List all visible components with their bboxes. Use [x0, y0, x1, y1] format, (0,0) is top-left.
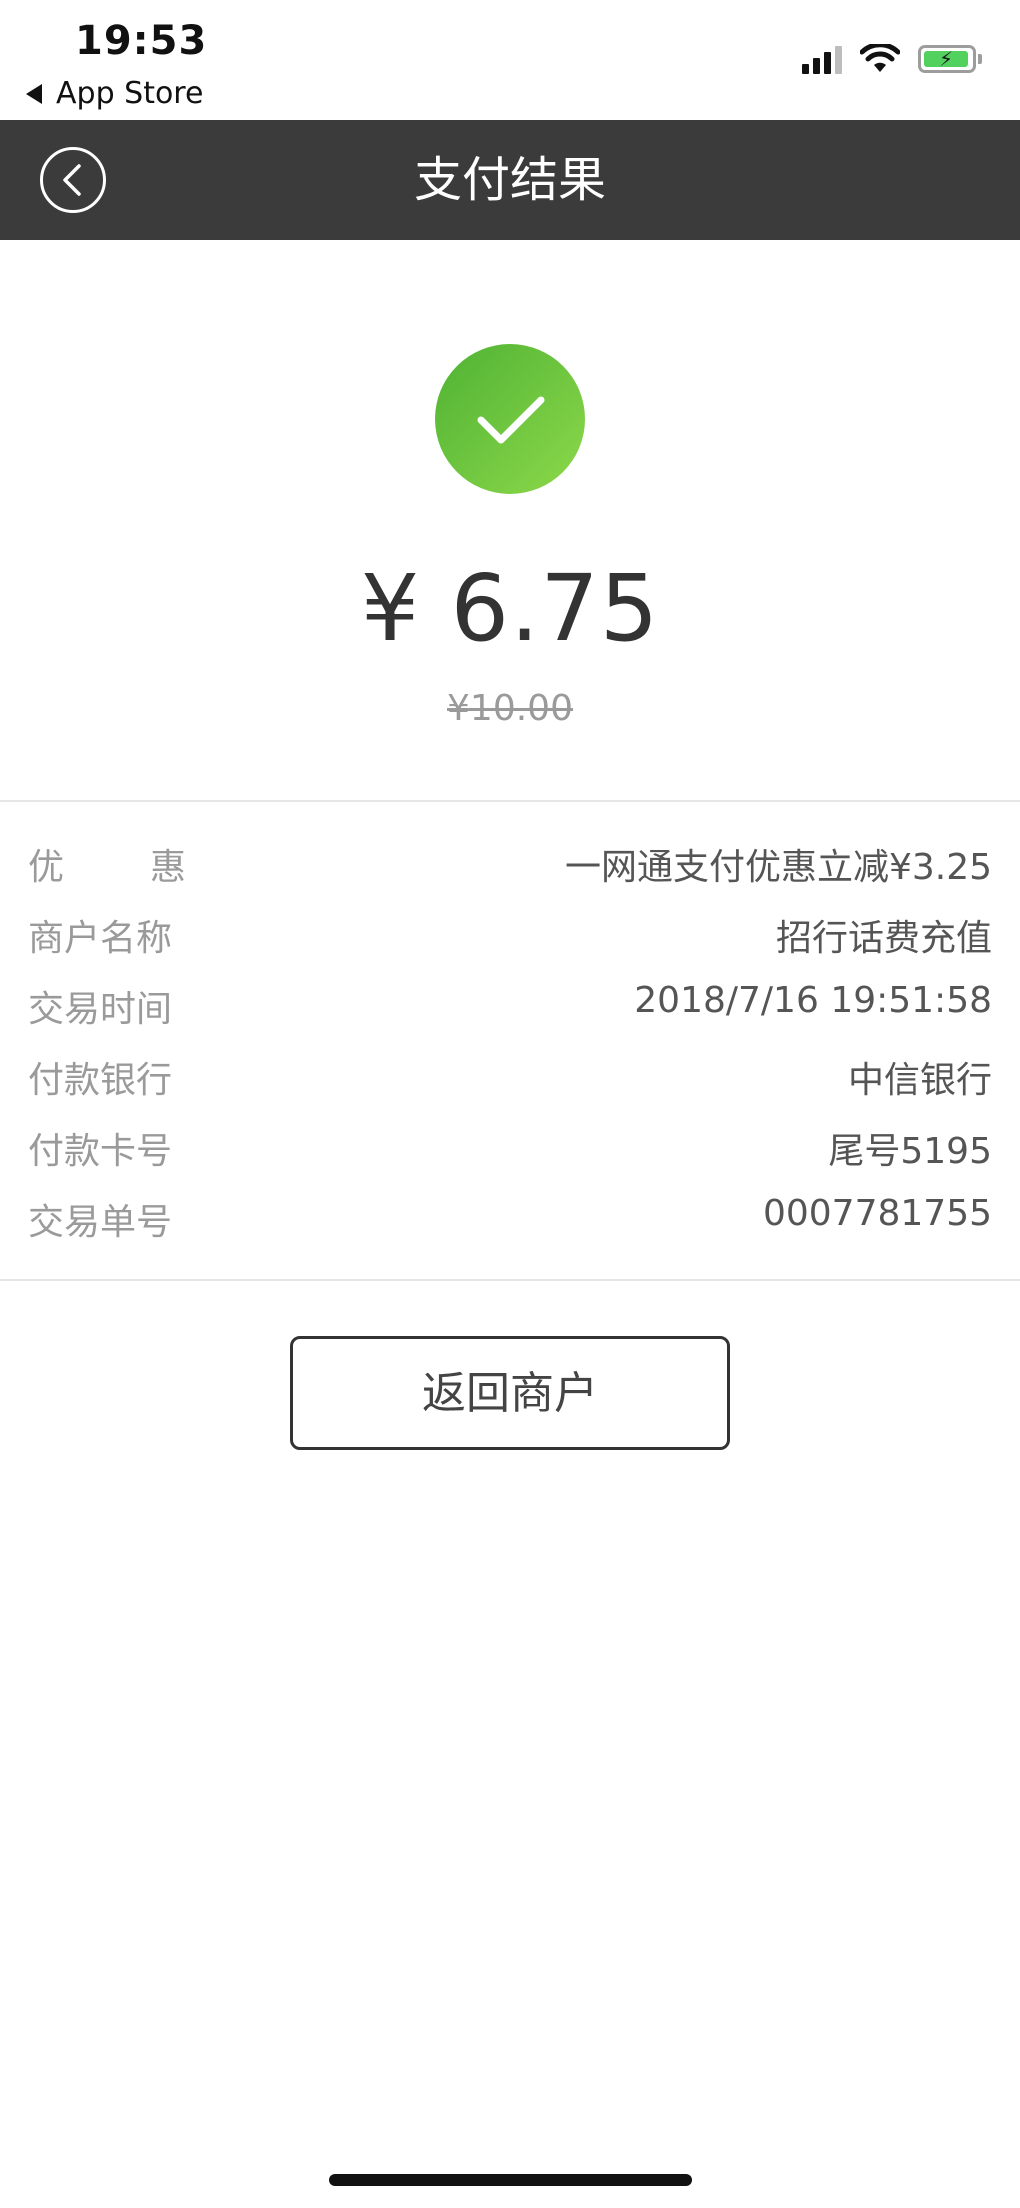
- detail-label: 商户名称: [28, 918, 173, 959]
- detail-value: 中信银行: [847, 1060, 992, 1101]
- status-bar: 19:53 App Store ⚡: [0, 0, 1020, 120]
- detail-row-bank: 付款银行 中信银行: [0, 1043, 1020, 1114]
- home-indicator[interactable]: [329, 2174, 692, 2186]
- payment-details: 优 惠 一网通支付优惠立减¥3.25 商户名称 招行话费充值 交易时间 2018…: [0, 830, 1020, 1256]
- divider-top: [0, 800, 1020, 802]
- detail-row-merchant: 商户名称 招行话费充值: [0, 901, 1020, 972]
- return-to-merchant-button[interactable]: 返回商户: [290, 1336, 730, 1450]
- divider-bottom: [0, 1279, 1020, 1281]
- nav-header: 支付结果: [0, 120, 1020, 240]
- detail-label: 付款银行: [28, 1060, 173, 1101]
- detail-value: 尾号5195: [828, 1131, 992, 1172]
- battery-charging-icon: ⚡: [918, 45, 976, 73]
- detail-row-discount: 优 惠 一网通支付优惠立减¥3.25: [0, 830, 1020, 901]
- back-app-label: App Store: [56, 76, 204, 111]
- detail-value: 一网通支付优惠立减¥3.25: [564, 847, 992, 888]
- page-title: 支付结果: [413, 152, 606, 208]
- original-amount: ¥10.00: [447, 688, 573, 729]
- detail-value: 招行话费充值: [775, 918, 992, 959]
- detail-label: 付款卡号: [28, 1131, 173, 1172]
- cellular-signal-icon: [802, 44, 842, 74]
- status-time: 19:53: [75, 18, 208, 64]
- detail-row-card: 付款卡号 尾号5195: [0, 1114, 1020, 1185]
- detail-value: 2018/7/16 19:51:58: [634, 980, 992, 1021]
- detail-label: 优 惠: [28, 847, 186, 888]
- status-icons: ⚡: [802, 44, 982, 74]
- detail-label: 交易时间: [28, 989, 173, 1030]
- detail-row-order-number: 交易单号 0007781755: [0, 1185, 1020, 1256]
- detail-row-time: 交易时间 2018/7/16 19:51:58: [0, 972, 1020, 1043]
- detail-value: 0007781755: [762, 1193, 992, 1234]
- paid-amount: ¥ 6.75: [360, 555, 660, 662]
- detail-label: 交易单号: [28, 1202, 173, 1243]
- back-triangle-icon: [26, 83, 42, 104]
- check-circle-icon: [435, 344, 585, 494]
- back-to-app-link[interactable]: App Store: [26, 76, 203, 111]
- wifi-icon: [860, 44, 900, 72]
